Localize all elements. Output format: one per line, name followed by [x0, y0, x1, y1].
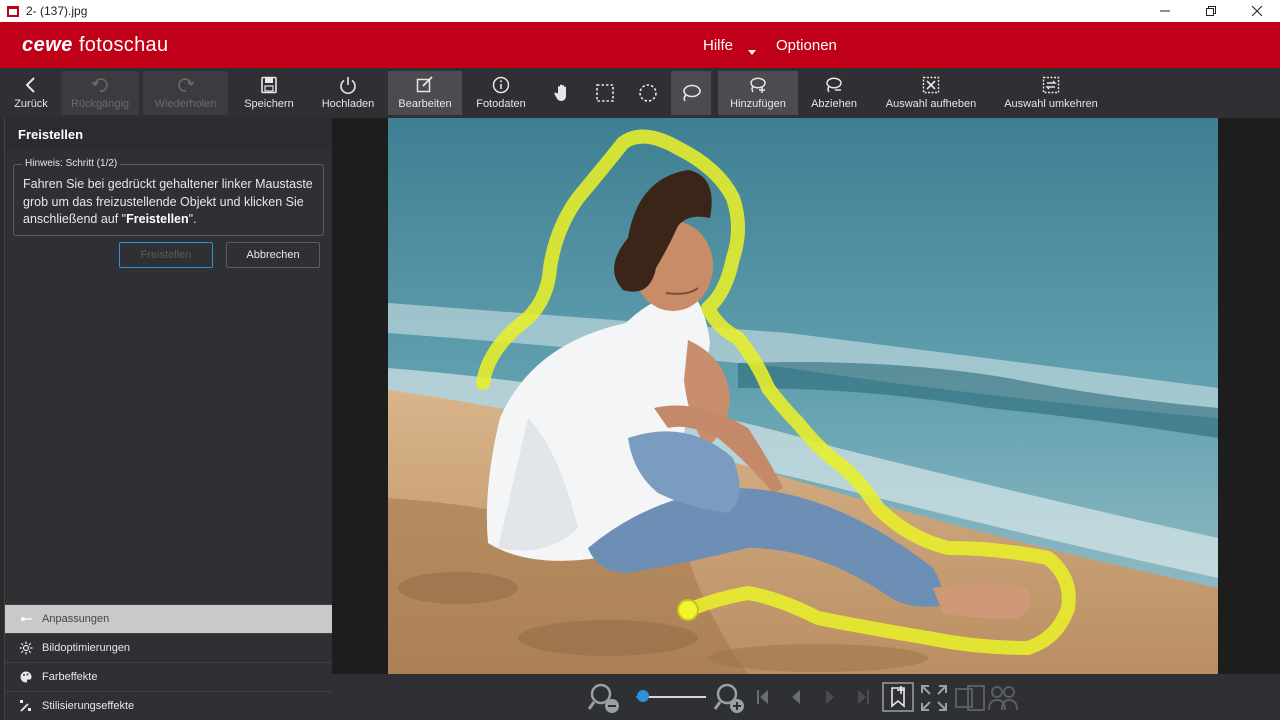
invert-selection-button[interactable]: Auswahl umkehren: [1000, 71, 1102, 115]
fullscreen-icon[interactable]: [920, 684, 948, 712]
back-label: Zurück: [14, 98, 48, 110]
subtract-selection-button[interactable]: Abziehen: [806, 71, 862, 115]
panel-title: Freistellen: [5, 118, 332, 149]
first-image-icon[interactable]: [756, 688, 770, 706]
last-image-icon[interactable]: [856, 688, 870, 706]
section-label: Bildoptimierungen: [42, 642, 131, 654]
info-icon: [492, 76, 510, 94]
minimize-icon: [1160, 10, 1170, 12]
power-upload-icon: [340, 77, 356, 94]
menu-help[interactable]: Hilfe: [703, 37, 733, 54]
lasso-subtract-icon: [826, 77, 842, 93]
rect-select-button[interactable]: [588, 71, 622, 115]
edit-label: Bearbeiten: [398, 98, 452, 110]
undo-icon: [91, 78, 108, 92]
redo-icon: [177, 78, 195, 92]
lasso-icon: [683, 84, 701, 102]
hint-text-end: ".: [188, 212, 197, 226]
photo-illustration[interactable]: [388, 118, 1218, 674]
main-toolbar: Zurück Rückgängig Wiederholen Speichern …: [0, 68, 1280, 118]
window-titlebar: 2- (137).jpg: [0, 0, 1280, 22]
bookmark-add-icon[interactable]: [882, 682, 914, 712]
rect-select-icon: [596, 84, 614, 102]
hint-text: Fahren Sie bei gedrückt gehaltener linke…: [23, 176, 319, 229]
sun-icon: [19, 641, 33, 655]
section-label: Farbeffekte: [42, 671, 98, 683]
deselect-icon: [922, 76, 940, 94]
restore-button[interactable]: [1188, 0, 1234, 22]
back-button[interactable]: Zurück: [8, 71, 54, 115]
restore-icon: [1206, 6, 1216, 16]
hint-box: Hinweis: Schritt (1/2) Fahren Sie bei ge…: [13, 158, 324, 236]
deselect-label: Auswahl aufheben: [885, 98, 977, 110]
save-icon: [261, 76, 277, 94]
window-title: 2- (137).jpg: [26, 4, 88, 18]
people-icon[interactable]: [988, 684, 1018, 712]
brand-name-cewe: cewe: [22, 34, 73, 56]
save-label: Speichern: [244, 98, 294, 110]
upload-label: Hochladen: [321, 98, 375, 110]
minimize-button[interactable]: [1142, 0, 1188, 22]
bottom-navigation-bar: [332, 674, 1280, 720]
edit-icon: [416, 76, 433, 93]
ellipse-select-icon: [639, 84, 657, 102]
invert-selection-icon: [1042, 76, 1060, 94]
freistellen-button[interactable]: Freistellen: [119, 242, 213, 268]
redo-button[interactable]: Wiederholen: [143, 71, 228, 115]
wand-icon: [20, 700, 31, 712]
hint-text-bold: Freistellen: [126, 212, 189, 226]
zoom-out-icon[interactable]: [588, 682, 622, 714]
section-label: Anpassungen: [42, 613, 110, 625]
upload-button[interactable]: Hochladen: [315, 71, 381, 115]
zoom-in-icon[interactable]: [712, 682, 746, 714]
photodata-button[interactable]: Fotodaten: [469, 71, 533, 115]
app-icon: [7, 6, 19, 17]
photo-beach-man[interactable]: [388, 118, 1218, 674]
menu-options[interactable]: Optionen: [776, 37, 837, 54]
edit-button[interactable]: Bearbeiten: [388, 71, 462, 115]
brand-bar: cewe fotoschau Hilfe Optionen: [0, 22, 1280, 68]
chevron-down-icon[interactable]: [748, 50, 756, 55]
lasso-add-icon: [750, 77, 766, 93]
compare-icon[interactable]: [954, 684, 986, 712]
hand-tool-button[interactable]: [545, 71, 579, 115]
undo-button[interactable]: Rückgängig: [61, 71, 139, 115]
close-window-button[interactable]: [1234, 0, 1280, 22]
undo-label: Rückgängig: [70, 98, 130, 110]
invert-selection-label: Auswahl umkehren: [1004, 98, 1098, 110]
section-bildoptimierungen[interactable]: Bildoptimierungen: [5, 633, 333, 662]
zoom-slider-thumb[interactable]: [637, 690, 649, 702]
brand-name-fotoschau: fotoschau: [78, 34, 169, 56]
ellipse-select-button[interactable]: [631, 71, 665, 115]
deselect-button[interactable]: Auswahl aufheben: [880, 71, 982, 115]
save-button[interactable]: Speichern: [238, 71, 300, 115]
lasso-select-button[interactable]: [671, 71, 711, 115]
next-image-icon[interactable]: [824, 688, 836, 706]
hint-legend: Hinweis: Schritt (1/2): [22, 158, 121, 169]
hand-icon: [554, 84, 566, 101]
palette-icon: [20, 671, 32, 683]
edit-side-panel: Freistellen Hinweis: Schritt (1/2) Fahre…: [4, 118, 333, 720]
add-selection-button[interactable]: Hinzufügen: [718, 71, 798, 115]
brand-logo: cewe fotoschau: [22, 34, 168, 57]
close-icon: [1252, 6, 1262, 16]
previous-image-icon[interactable]: [790, 688, 802, 706]
subtract-selection-label: Abziehen: [811, 98, 857, 110]
redo-label: Wiederholen: [154, 98, 217, 110]
adjustments-icon: [21, 617, 32, 621]
section-stilisierungseffekte[interactable]: Stilisierungseffekte: [5, 691, 333, 720]
add-selection-label: Hinzufügen: [730, 98, 786, 110]
section-anpassungen[interactable]: Anpassungen: [5, 604, 333, 633]
cancel-button[interactable]: Abbrechen: [226, 242, 320, 268]
section-label: Stilisierungseffekte: [42, 700, 135, 712]
photodata-label: Fotodaten: [476, 98, 526, 110]
arrow-left-icon: [25, 77, 35, 93]
section-farbeffekte[interactable]: Farbeffekte: [5, 662, 333, 691]
